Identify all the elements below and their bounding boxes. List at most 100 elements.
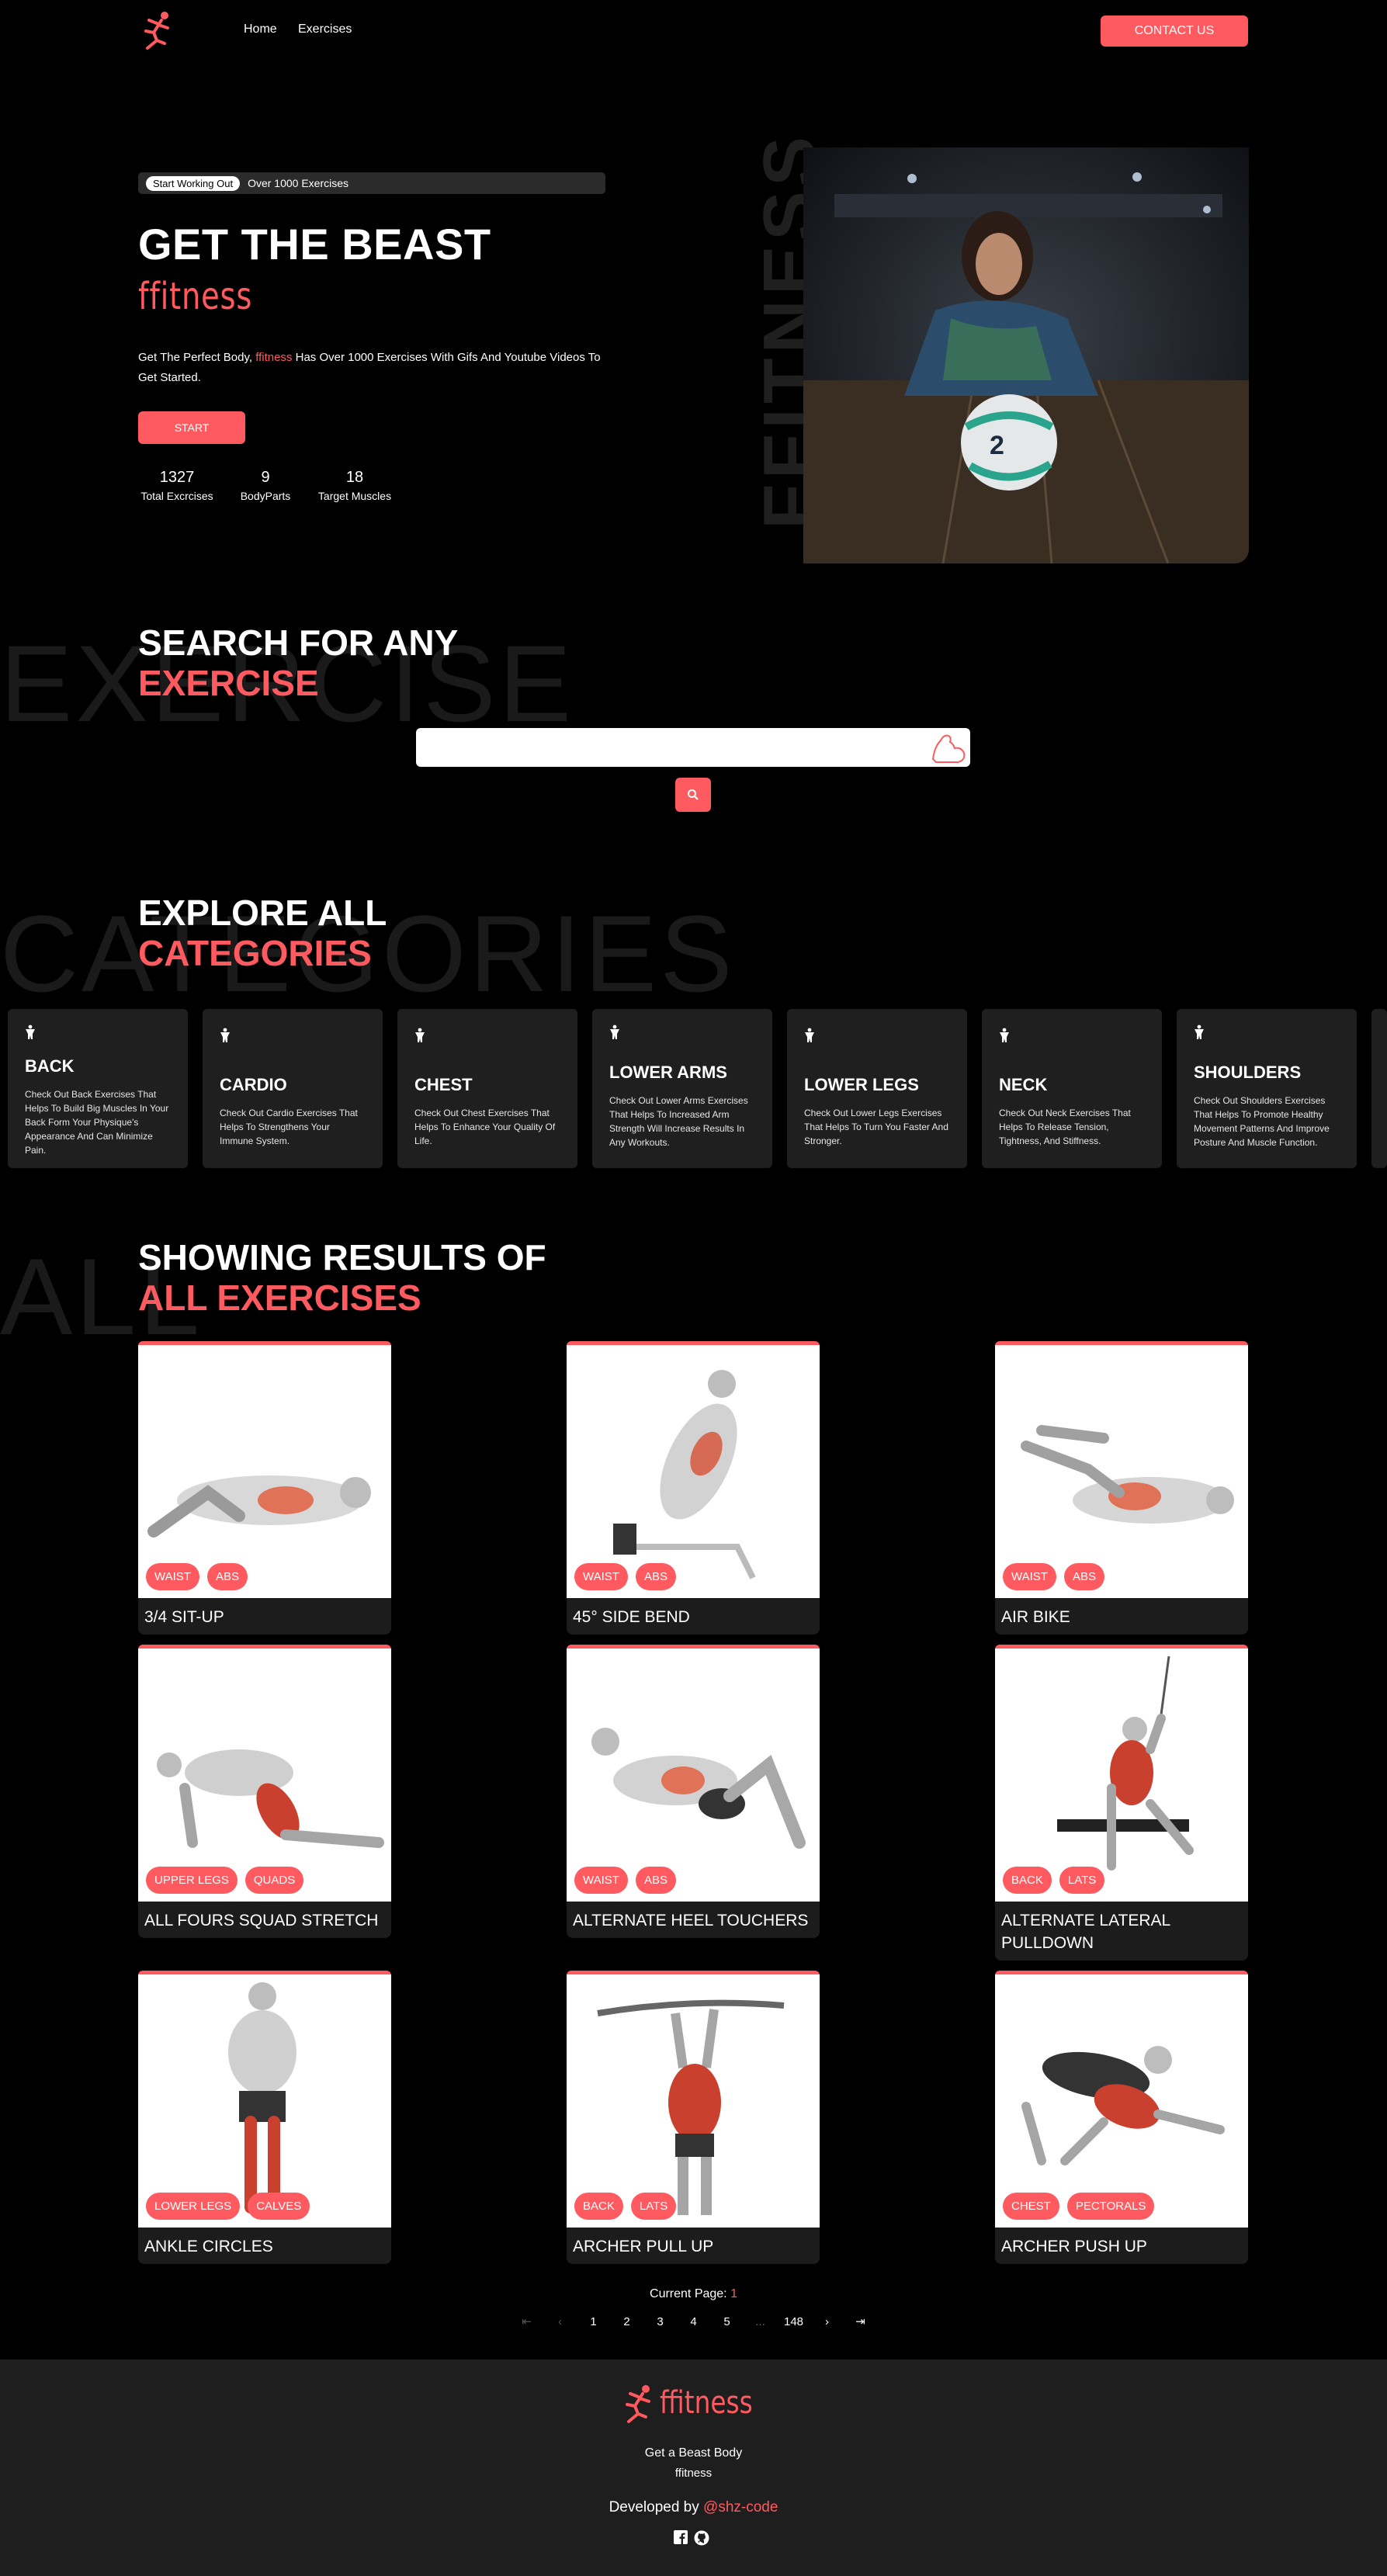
bodypart-tag[interactable]: LOWER LEGS: [146, 2193, 241, 2220]
nav-home-link[interactable]: Home: [244, 23, 277, 36]
exercise-image: WAIST ABS: [567, 1649, 820, 1902]
nav-exercises-link[interactable]: Exercises: [298, 23, 352, 36]
exercise-image: WAIST ABS: [567, 1345, 820, 1598]
category-card-shoulders[interactable]: SHOULDERS Check Out Shoulders Exercises …: [1177, 1009, 1357, 1168]
exercise-name: ARCHER PULL UP: [573, 2238, 714, 2255]
page-button[interactable]: 1: [577, 2310, 610, 2333]
current-page-label: Current Page: 1: [0, 2287, 1387, 2301]
category-card-neck[interactable]: NECK Check Out Neck Exercises That Helps…: [982, 1009, 1162, 1168]
exercise-name: ALTERNATE LATERAL PULLDOWN: [1001, 1912, 1170, 1952]
prev-page-icon[interactable]: ‹: [543, 2310, 577, 2333]
bodypart-tag[interactable]: UPPER LEGS: [146, 1867, 238, 1894]
target-tag[interactable]: QUADS: [244, 1867, 304, 1894]
footer-brand-small: ffitness: [674, 2467, 713, 2480]
category-title: CHEST: [414, 1075, 473, 1094]
exercise-tags: WAIST ABS: [574, 1867, 676, 1894]
category-card-back[interactable]: BACK Check Out Back Exercises That Helps…: [8, 1009, 188, 1168]
exercise-name: ARCHER PUSH UP: [1001, 2238, 1147, 2255]
exercise-card[interactable]: UPPER LEGS QUADS ALL FOURS SQUAD STRETCH: [138, 1645, 391, 1938]
categories-heading-line2: CATEGORIES: [138, 933, 372, 973]
category-title: SHOULDERS: [1194, 1063, 1302, 1082]
category-title: BACK: [25, 1056, 75, 1076]
start-button[interactable]: START: [138, 411, 245, 444]
hero-desc-brand: ffitness: [255, 351, 293, 364]
page-button[interactable]: 4: [677, 2310, 710, 2333]
category-description: Check Out Lower Legs Exercises That Help…: [804, 1108, 948, 1146]
facebook-icon[interactable]: [674, 2530, 688, 2544]
exercise-card[interactable]: BACK LATS ARCHER PULL UP: [567, 1971, 820, 2264]
target-tag[interactable]: CALVES: [248, 2193, 310, 2220]
developer-link[interactable]: @shz-code: [703, 2499, 778, 2515]
target-tag[interactable]: LATS: [1059, 1867, 1105, 1894]
exercise-image: BACK LATS: [995, 1649, 1248, 1902]
category-description: Check Out Lower Arms Exercises That Help…: [609, 1095, 748, 1148]
exercise-card[interactable]: WAIST ABS 45° SIDE BEND: [567, 1341, 820, 1635]
exercise-tags: WAIST ABS: [1003, 1563, 1104, 1590]
stat-label: Total Excrcises: [140, 490, 213, 502]
category-card-cardio[interactable]: CARDIO Check Out Cardio Exercises That H…: [203, 1009, 383, 1168]
bodypart-tag[interactable]: WAIST: [146, 1563, 199, 1590]
bodypart-tag[interactable]: WAIST: [574, 1563, 628, 1590]
footer-brand: ffitness: [660, 2385, 753, 2421]
exercise-name: ALL FOURS SQUAD STRETCH: [144, 1912, 379, 1929]
exercise-card[interactable]: CHEST PECTORALS ARCHER PUSH UP: [995, 1971, 1248, 2264]
exercise-card[interactable]: WAIST ABS ALTERNATE HEEL TOUCHERS: [567, 1645, 820, 1938]
bodybuilder-icon: [1195, 1025, 1204, 1039]
search-heading: SEARCH FOR ANY EXERCISE: [138, 622, 458, 703]
exercise-tags: LOWER LEGS CALVES: [146, 2193, 310, 2220]
category-description: Check Out Shoulders Exercises That Helps…: [1194, 1095, 1330, 1148]
svg-text:2: 2: [990, 431, 1004, 460]
bodypart-tag[interactable]: BACK: [574, 2193, 623, 2220]
stat-bodyparts: 9 BodyParts: [233, 469, 298, 502]
footer-logo: ffitness: [619, 2380, 773, 2426]
bodypart-tag[interactable]: BACK: [1003, 1867, 1052, 1894]
runner-logo-icon[interactable]: [138, 9, 174, 50]
contact-us-button[interactable]: CONTACT US: [1101, 16, 1248, 47]
hero-pill-text: Over 1000 Exercises: [248, 177, 349, 189]
bodypart-tag[interactable]: WAIST: [574, 1867, 628, 1894]
page-button[interactable]: 3: [643, 2310, 677, 2333]
stat-value: 18: [345, 469, 364, 486]
search-input[interactable]: [416, 728, 970, 767]
last-page-icon[interactable]: ⇥: [844, 2310, 877, 2333]
hero-desc-part: Get The Perfect Body,: [138, 351, 256, 364]
bodypart-tag[interactable]: CHEST: [1003, 2193, 1059, 2220]
first-page-icon[interactable]: ⇤: [510, 2310, 543, 2333]
exercise-card[interactable]: BACK LATS ALTERNATE LATERAL PULLDOWN: [995, 1645, 1248, 1961]
target-tag[interactable]: ABS: [206, 1563, 248, 1590]
footer-developer: Developed by @shz-code: [0, 2499, 1387, 2516]
page-button[interactable]: 2: [610, 2310, 643, 2333]
bodybuilder-icon: [610, 1025, 619, 1039]
page-button[interactable]: 5: [710, 2310, 744, 2333]
start-working-out-tag: Start Working Out: [146, 175, 241, 191]
exercise-image: WAIST ABS: [138, 1345, 391, 1598]
category-title: CARDIO: [220, 1075, 287, 1094]
exercise-tags: UPPER LEGS QUADS: [146, 1867, 304, 1894]
exercise-card[interactable]: LOWER LEGS CALVES ANKLE CIRCLES: [138, 1971, 391, 2264]
exercise-tags: BACK LATS: [574, 2193, 677, 2220]
stat-total-exercises: 1327 Total Excrcises: [138, 469, 216, 502]
exercise-tags: WAIST ABS: [146, 1563, 248, 1590]
exercise-card[interactable]: WAIST ABS 3/4 SIT-UP: [138, 1341, 391, 1635]
category-card-lower-legs[interactable]: LOWER LEGS Check Out Lower Legs Exercise…: [787, 1009, 967, 1168]
page-button[interactable]: 148: [777, 2310, 810, 2333]
target-tag[interactable]: ABS: [1063, 1563, 1104, 1590]
search-button[interactable]: [675, 778, 711, 812]
category-card-partial[interactable]: [1371, 1009, 1387, 1168]
category-card-lower-arms[interactable]: LOWER ARMS Check Out Lower Arms Exercise…: [592, 1009, 772, 1168]
github-icon[interactable]: [694, 2530, 709, 2546]
page-ellipsis: ...: [755, 2314, 765, 2328]
search-heading-line2: EXERCISE: [138, 663, 319, 703]
target-tag[interactable]: PECTORALS: [1066, 2193, 1155, 2220]
target-tag[interactable]: ABS: [635, 1867, 676, 1894]
category-description: Check Out Chest Exercises That Helps To …: [414, 1108, 556, 1146]
category-card-chest[interactable]: CHEST Check Out Chest Exercises That Hel…: [397, 1009, 577, 1168]
pagination: ⇤ ‹ 1 2 3 4 5 ... 148 › ⇥: [0, 2310, 1387, 2333]
next-page-icon[interactable]: ›: [810, 2310, 844, 2333]
bodypart-tag[interactable]: WAIST: [1003, 1563, 1056, 1590]
target-tag[interactable]: LATS: [630, 2193, 677, 2220]
stat-label: BodyParts: [240, 490, 291, 502]
exercise-card[interactable]: WAIST ABS AIR BIKE: [995, 1341, 1248, 1635]
categories-heading-line1: EXPLORE ALL: [138, 893, 387, 933]
target-tag[interactable]: ABS: [635, 1563, 676, 1590]
